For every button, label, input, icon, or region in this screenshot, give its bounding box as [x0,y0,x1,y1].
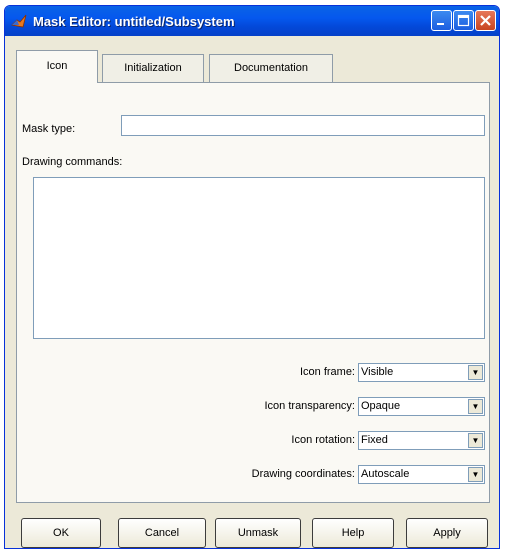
mask-editor-window: Mask Editor: untitled/Subsystem Icon Ini… [4,5,500,549]
dropdown-arrow-icon[interactable]: ▼ [468,467,483,482]
minimize-button[interactable] [431,10,452,31]
icon-transparency-value: Opaque [361,400,401,412]
close-icon [480,15,491,26]
drawing-coordinates-select[interactable]: Autoscale ▼ [358,465,485,484]
tab-initialization[interactable]: Initialization [102,54,204,82]
icon-tab-panel: Mask type: Drawing commands: Icon frame:… [16,82,490,503]
close-button[interactable] [475,10,496,31]
drawing-coordinates-label: Drawing coordinates: [251,468,355,480]
title-bar[interactable]: Mask Editor: untitled/Subsystem [5,6,499,36]
tab-strip: Icon Initialization Documentation [5,50,499,83]
help-button[interactable]: Help [312,518,394,548]
icon-transparency-select[interactable]: Opaque ▼ [358,397,485,416]
dropdown-arrow-icon[interactable]: ▼ [468,399,483,414]
apply-button[interactable]: Apply [406,518,488,548]
ok-button[interactable]: OK [21,518,101,548]
icon-rotation-value: Fixed [361,434,388,446]
maximize-button[interactable] [453,10,474,31]
drawing-commands-textarea[interactable] [33,177,485,339]
minimize-icon [437,23,444,25]
icon-rotation-select[interactable]: Fixed ▼ [358,431,485,450]
cancel-button[interactable]: Cancel [118,518,206,548]
icon-frame-select[interactable]: Visible ▼ [358,363,485,382]
drawing-commands-label: Drawing commands: [22,156,123,168]
matlab-icon [11,13,27,29]
unmask-button[interactable]: Unmask [215,518,301,548]
maximize-icon [457,14,470,27]
dropdown-arrow-icon[interactable]: ▼ [468,365,483,380]
icon-transparency-label: Icon transparency: [264,400,356,412]
tab-documentation[interactable]: Documentation [209,54,333,82]
mask-type-label: Mask type: [22,123,76,135]
window-title: Mask Editor: untitled/Subsystem [33,14,235,29]
tab-icon[interactable]: Icon [16,50,98,83]
dropdown-arrow-icon[interactable]: ▼ [468,433,483,448]
icon-rotation-label: Icon rotation: [291,434,355,446]
drawing-coordinates-value: Autoscale [361,468,410,480]
icon-frame-value: Visible [361,366,394,378]
icon-frame-label: Icon frame: [299,366,355,378]
mask-type-input[interactable] [121,115,485,136]
